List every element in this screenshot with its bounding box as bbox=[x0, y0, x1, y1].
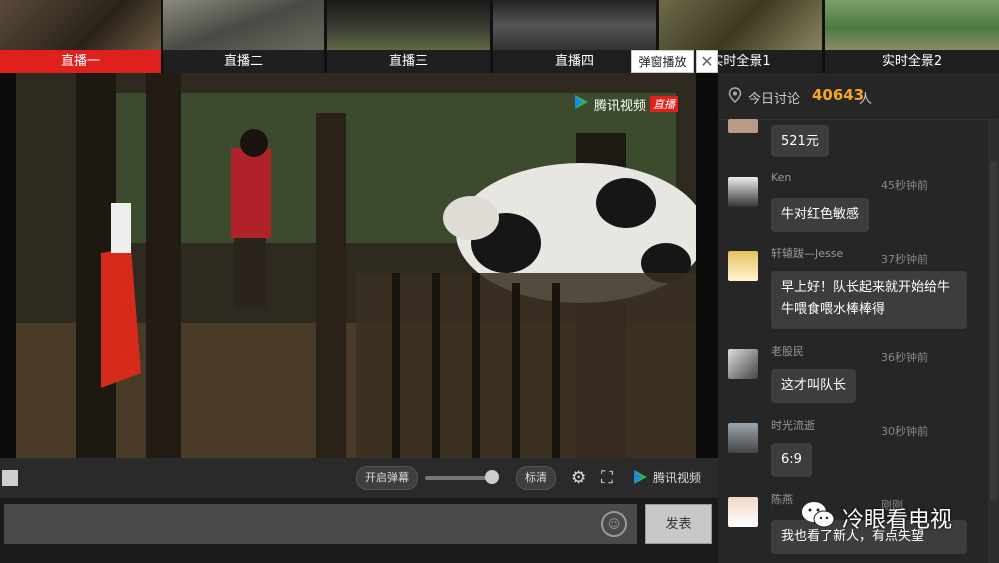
avatar bbox=[728, 349, 758, 379]
danmaku-toggle-button[interactable]: 开启弹幕 bbox=[356, 466, 418, 490]
tencent-video-logo-icon bbox=[572, 93, 590, 115]
video-left-edge bbox=[0, 73, 16, 458]
tab-label: 实时全景2 bbox=[825, 50, 999, 73]
chat-username: 轩辕跋—Jesse bbox=[771, 247, 844, 260]
chat-bubble: 521元 bbox=[771, 125, 829, 157]
chat-timestamp: 30秒钟前 bbox=[881, 425, 928, 438]
tab-thumbnail bbox=[825, 0, 999, 50]
brand-label: 腾讯视频 bbox=[653, 470, 702, 485]
wechat-icon bbox=[800, 500, 836, 536]
chat-scrollbar[interactable] bbox=[988, 119, 999, 563]
popup-play-button[interactable]: 弹窗播放 bbox=[631, 50, 694, 73]
comment-composer: ☺ 发表 bbox=[0, 498, 718, 563]
video-watermark: 腾讯视频 直播 bbox=[572, 93, 678, 115]
video-frame bbox=[16, 73, 696, 458]
tab-live-3[interactable]: 直播三 bbox=[327, 0, 490, 73]
tab-live-2[interactable]: 直播二 bbox=[163, 0, 324, 73]
viewer-count: 40643 bbox=[812, 86, 865, 104]
chat-timestamp: 37秒钟前 bbox=[881, 253, 928, 266]
player-controls: 开启弹幕 标清 ⚙ ⛶ 腾讯视频 bbox=[0, 458, 718, 498]
chat-bubble: 这才叫队长 bbox=[771, 369, 857, 403]
video-right-edge bbox=[696, 73, 718, 458]
overlay-watermark-text: 冷眼看电视 bbox=[842, 508, 953, 533]
tab-thumbnail bbox=[659, 0, 822, 50]
brand-link[interactable]: 腾讯视频 bbox=[631, 468, 701, 486]
gear-icon[interactable]: ⚙ bbox=[571, 468, 586, 488]
stop-button[interactable] bbox=[2, 470, 18, 486]
chat-bubble: 早上好！队长起来就开始给牛牛喂食喂水棒棒得 bbox=[771, 271, 967, 329]
channel-tabs: 直播一 直播二 直播三 直播四 实时全景1 实时全景2 bbox=[0, 0, 999, 73]
watermark-brand: 腾讯视频 bbox=[593, 98, 646, 114]
tencent-video-logo-icon bbox=[631, 468, 649, 486]
tab-thumbnail bbox=[163, 0, 324, 50]
chat-timestamp: 45秒钟前 bbox=[881, 179, 928, 192]
emoji-icon[interactable]: ☺ bbox=[601, 511, 627, 537]
tab-panorama-2[interactable]: 实时全景2 bbox=[825, 0, 999, 73]
tab-label: 直播三 bbox=[327, 50, 490, 73]
viewer-count-unit: 人 bbox=[859, 92, 873, 107]
chat-timestamp: 36秒钟前 bbox=[881, 351, 928, 364]
chat-username: Ken bbox=[771, 171, 792, 184]
close-icon[interactable]: ✕ bbox=[696, 50, 718, 73]
avatar bbox=[728, 251, 758, 281]
avatar bbox=[728, 423, 758, 453]
chat-header: 今日讨论 40643 人 bbox=[718, 73, 999, 120]
avatar bbox=[728, 177, 758, 207]
volume-slider-knob[interactable] bbox=[485, 470, 499, 484]
tab-label: 直播一 bbox=[0, 50, 161, 73]
fullscreen-icon[interactable]: ⛶ bbox=[601, 468, 613, 488]
comment-input[interactable] bbox=[4, 504, 637, 544]
chat-username: 老股民 bbox=[771, 345, 804, 358]
tab-thumbnail bbox=[327, 0, 490, 50]
chat-username: 陈燕 bbox=[771, 493, 793, 506]
tab-thumbnail bbox=[493, 0, 656, 50]
volume-slider[interactable] bbox=[425, 470, 499, 484]
overlay-watermark: 冷眼看电视 bbox=[800, 500, 952, 536]
send-button[interactable]: 发表 bbox=[645, 504, 712, 544]
chat-scrollbar-thumb[interactable] bbox=[990, 161, 997, 501]
chat-panel: 今日讨论 40643 人 521元 Ken 45秒钟前 牛对红色敏感 轩辕跋—J… bbox=[718, 73, 999, 563]
chat-bubble: 牛对红色敏感 bbox=[771, 198, 870, 232]
watermark-live-badge: 直播 bbox=[650, 96, 678, 112]
chat-username: 时光流逝 bbox=[771, 419, 815, 432]
avatar bbox=[728, 119, 758, 133]
video-player[interactable]: 腾讯视频 直播 bbox=[16, 73, 696, 458]
chat-bubble: 6:9 bbox=[771, 443, 812, 477]
location-pin-icon bbox=[728, 87, 742, 107]
avatar bbox=[728, 497, 758, 527]
tab-thumbnail bbox=[0, 0, 161, 50]
tab-live-1[interactable]: 直播一 bbox=[0, 0, 161, 73]
tab-label: 直播二 bbox=[163, 50, 324, 73]
chat-title: 今日讨论 bbox=[748, 92, 801, 107]
quality-button[interactable]: 标清 bbox=[516, 466, 556, 490]
